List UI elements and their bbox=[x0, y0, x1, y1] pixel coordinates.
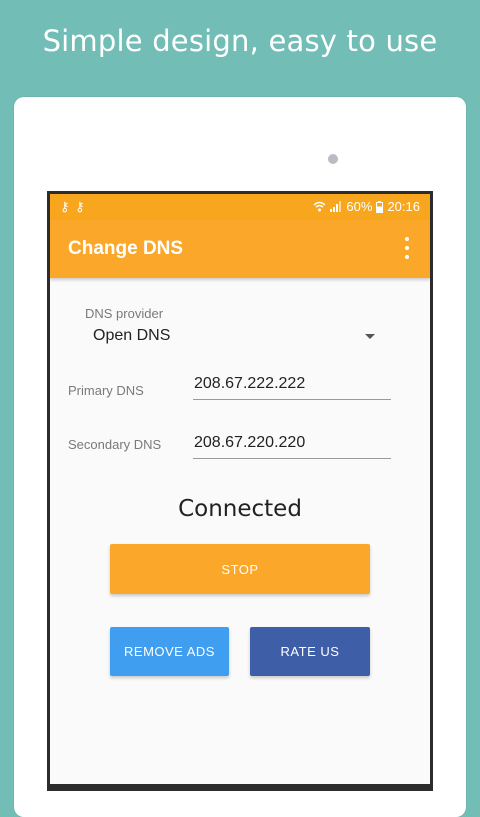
overflow-menu-icon[interactable] bbox=[404, 237, 410, 259]
stop-button[interactable]: STOP bbox=[110, 544, 370, 594]
clock: 20:16 bbox=[387, 199, 420, 214]
remove-ads-button[interactable]: REMOVE ADS bbox=[110, 627, 229, 676]
rate-us-button[interactable]: RATE US bbox=[250, 627, 370, 676]
primary-dns-label: Primary DNS bbox=[68, 383, 144, 398]
battery-percent: 60% bbox=[346, 199, 373, 214]
dns-provider-select[interactable]: Open DNS bbox=[93, 327, 170, 345]
connection-status: Connected bbox=[178, 496, 302, 522]
status-right: 60% 20:16 bbox=[313, 199, 420, 214]
primary-dns-underline bbox=[193, 399, 391, 400]
wifi-icon bbox=[313, 201, 326, 212]
status-bar: ⚷ ⚷ 60% 20:16 bbox=[50, 194, 430, 220]
dropdown-arrow-icon[interactable] bbox=[365, 334, 375, 339]
dns-provider-label: DNS provider bbox=[85, 306, 164, 321]
camera-icon bbox=[328, 154, 338, 164]
secondary-dns-input[interactable]: 208.67.220.220 bbox=[194, 434, 305, 452]
battery-icon bbox=[376, 200, 384, 213]
signal-icon bbox=[330, 201, 342, 212]
primary-dns-input[interactable]: 208.67.222.222 bbox=[194, 375, 305, 393]
app-bar: Change DNS bbox=[50, 220, 430, 278]
secondary-dns-underline bbox=[193, 458, 391, 459]
secondary-dns-label: Secondary DNS bbox=[68, 437, 162, 452]
app-screen: ⚷ ⚷ 60% 20:16 Change DNS DNS provider Op… bbox=[50, 194, 430, 784]
promo-headline: Simple design, easy to use bbox=[42, 24, 438, 58]
app-title: Change DNS bbox=[68, 238, 184, 259]
key-icons: ⚷ ⚷ bbox=[60, 199, 86, 214]
